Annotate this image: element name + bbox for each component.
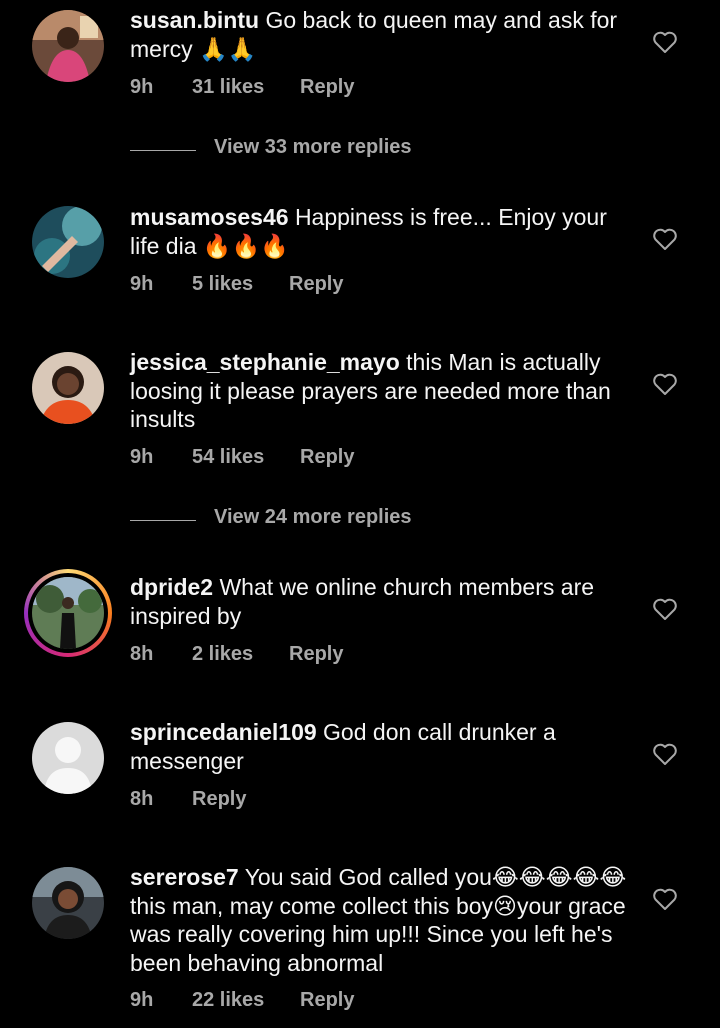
- comment-time: 9h: [130, 446, 154, 468]
- view-more-replies-label[interactable]: View 24 more replies: [214, 506, 412, 529]
- heart-outline-icon[interactable]: [652, 742, 678, 766]
- reply-button[interactable]: Reply: [300, 989, 354, 1012]
- heart-outline-icon[interactable]: [652, 30, 678, 54]
- avatar[interactable]: [32, 867, 104, 939]
- heart-outline-icon[interactable]: [652, 887, 678, 911]
- reply-button[interactable]: Reply: [300, 76, 354, 99]
- comment-username[interactable]: musamoses46: [130, 204, 289, 230]
- divider-line: [130, 150, 196, 151]
- comment-likes[interactable]: 22 likes: [192, 989, 264, 1012]
- comment-time: 8h: [130, 643, 154, 665]
- comment-time: 8h: [130, 788, 154, 810]
- avatar[interactable]: [32, 10, 104, 82]
- comment-body: dpride2 What we online church members ar…: [130, 573, 630, 630]
- comment-username[interactable]: sererose7: [130, 864, 239, 890]
- comment-time: 9h: [130, 76, 154, 98]
- heart-outline-icon[interactable]: [652, 372, 678, 396]
- view-more-replies-label[interactable]: View 33 more replies: [214, 136, 412, 159]
- story-ring[interactable]: [24, 569, 112, 657]
- person-silhouette-icon[interactable]: [32, 722, 104, 794]
- comment-body: susan.bintu Go back to queen may and ask…: [130, 6, 630, 63]
- comment-username[interactable]: dpride2: [130, 574, 213, 600]
- comment-body: sprincedaniel109 God don call drunker a …: [130, 718, 630, 775]
- comment-body: jessica_stephanie_mayo this Man is actua…: [130, 348, 630, 434]
- comment-time: 9h: [130, 273, 154, 295]
- avatar[interactable]: [32, 352, 104, 424]
- comment-username[interactable]: jessica_stephanie_mayo: [130, 349, 400, 375]
- comment-username[interactable]: sprincedaniel109: [130, 719, 317, 745]
- heart-outline-icon[interactable]: [652, 597, 678, 621]
- heart-outline-icon[interactable]: [652, 227, 678, 251]
- divider-line: [130, 520, 196, 521]
- comment-body: sererose7 You said God called you😂😂😂😂😂th…: [130, 863, 630, 977]
- reply-button[interactable]: Reply: [289, 643, 343, 666]
- comment-likes[interactable]: 2 likes: [192, 643, 253, 666]
- reply-button[interactable]: Reply: [300, 446, 354, 469]
- comment-likes[interactable]: 31 likes: [192, 76, 264, 99]
- comment-body: musamoses46 Happiness is free... Enjoy y…: [130, 203, 630, 260]
- comment-likes[interactable]: 5 likes: [192, 273, 253, 296]
- comment-likes[interactable]: 54 likes: [192, 446, 264, 469]
- avatar[interactable]: [32, 206, 104, 278]
- avatar[interactable]: [32, 577, 104, 649]
- view-more-replies[interactable]: View 33 more replies: [130, 136, 530, 166]
- comment-username[interactable]: susan.bintu: [130, 7, 259, 33]
- reply-button[interactable]: Reply: [289, 273, 343, 296]
- comment-time: 9h: [130, 989, 154, 1011]
- view-more-replies[interactable]: View 24 more replies: [130, 506, 530, 536]
- reply-button[interactable]: Reply: [192, 788, 246, 811]
